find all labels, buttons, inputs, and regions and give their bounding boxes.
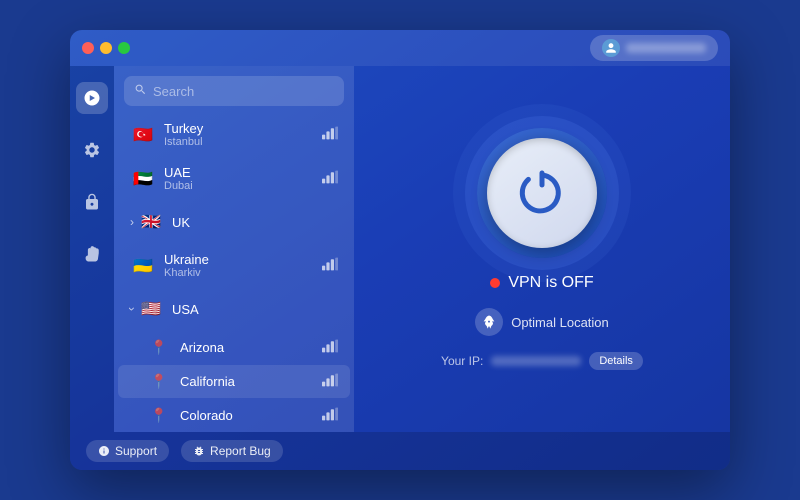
signal-uae — [322, 170, 338, 187]
sidebar-item-hand[interactable] — [76, 238, 108, 270]
location-item-turkey[interactable]: 🇹🇷 Turkey Istanbul — [118, 113, 350, 156]
minimize-button[interactable] — [100, 42, 112, 54]
app-window: 🇹🇷 Turkey Istanbul — [70, 30, 730, 470]
support-icon — [98, 445, 110, 457]
signal-california — [322, 373, 338, 390]
bottom-bar: Support Report Bug — [70, 432, 730, 470]
sidebar-item-lock[interactable] — [76, 186, 108, 218]
location-panel: 🇹🇷 Turkey Istanbul — [114, 66, 354, 432]
main-content: 🇹🇷 Turkey Istanbul — [70, 66, 730, 432]
user-icon — [602, 39, 620, 57]
maximize-button[interactable] — [118, 42, 130, 54]
close-button[interactable] — [82, 42, 94, 54]
rocket-icon — [475, 308, 503, 336]
location-item-california[interactable]: 📍 California — [118, 365, 350, 398]
flag-uk: 🇬🇧 — [138, 209, 164, 235]
power-button[interactable] — [477, 128, 607, 258]
bug-icon — [193, 445, 205, 457]
report-bug-label: Report Bug — [210, 444, 271, 458]
flag-usa: 🇺🇸 — [138, 296, 164, 322]
sidebar-item-settings[interactable] — [76, 134, 108, 166]
location-name-colorado: Colorado — [180, 408, 322, 423]
expand-arrow-usa: › — [125, 307, 139, 311]
user-name-text — [626, 43, 706, 53]
power-icon — [518, 169, 566, 217]
details-button[interactable]: Details — [589, 352, 643, 370]
location-name-ukraine: Ukraine — [164, 252, 322, 267]
location-item-colorado[interactable]: 📍 Colorado — [118, 399, 350, 432]
location-sub-uae: Dubai — [164, 180, 322, 192]
right-panel: VPN is OFF Optimal Location Your IP: Det… — [354, 66, 730, 432]
sidebar-icons — [70, 66, 114, 432]
location-list: 🇹🇷 Turkey Istanbul — [114, 112, 354, 432]
flag-ukraine: 🇺🇦 — [130, 253, 156, 279]
power-button-ring — [487, 138, 597, 248]
vpn-status-text: VPN is OFF — [508, 274, 593, 292]
location-name-usa: USA — [172, 302, 338, 317]
signal-turkey — [322, 126, 338, 143]
status-dot — [490, 278, 500, 288]
location-sub-ukraine: Kharkiv — [164, 267, 322, 279]
expand-arrow-uk: › — [130, 215, 134, 229]
report-bug-button[interactable]: Report Bug — [181, 440, 283, 462]
optimal-location[interactable]: Optimal Location — [475, 308, 609, 336]
support-button[interactable]: Support — [86, 440, 169, 462]
signal-colorado — [322, 407, 338, 424]
signal-arizona — [322, 339, 338, 356]
user-badge[interactable] — [590, 35, 718, 61]
location-name-uk: UK — [172, 215, 338, 230]
location-item-ukraine[interactable]: 🇺🇦 Ukraine Kharkiv — [118, 244, 350, 287]
search-icon — [134, 83, 147, 99]
location-name-turkey: Turkey — [164, 121, 322, 136]
location-name-california: California — [180, 374, 322, 389]
location-item-uk[interactable]: › 🇬🇧 UK — [118, 201, 350, 243]
ip-row: Your IP: Details — [441, 352, 643, 370]
signal-ukraine — [322, 257, 338, 274]
title-bar-right — [590, 35, 718, 61]
location-name-arizona: Arizona — [180, 340, 322, 355]
pin-colorado: 📍 — [146, 407, 172, 424]
optimal-label: Optimal Location — [511, 315, 609, 330]
title-bar — [70, 30, 730, 66]
sidebar-item-rocket[interactable] — [76, 82, 108, 114]
search-bar[interactable] — [124, 76, 344, 106]
search-input[interactable] — [153, 84, 334, 99]
pin-arizona: 📍 — [146, 339, 172, 356]
location-item-arizona[interactable]: 📍 Arizona — [118, 331, 350, 364]
pin-california: 📍 — [146, 373, 172, 390]
ip-address — [491, 356, 581, 366]
ip-label: Your IP: — [441, 354, 483, 368]
vpn-status: VPN is OFF — [490, 274, 593, 292]
support-label: Support — [115, 444, 157, 458]
traffic-lights — [82, 42, 130, 54]
flag-uae: 🇦🇪 — [130, 166, 156, 192]
location-item-uae[interactable]: 🇦🇪 UAE Dubai — [118, 157, 350, 200]
location-item-usa[interactable]: › 🇺🇸 USA — [118, 288, 350, 330]
flag-turkey: 🇹🇷 — [130, 122, 156, 148]
location-name-uae: UAE — [164, 165, 322, 180]
location-sub-turkey: Istanbul — [164, 136, 322, 148]
